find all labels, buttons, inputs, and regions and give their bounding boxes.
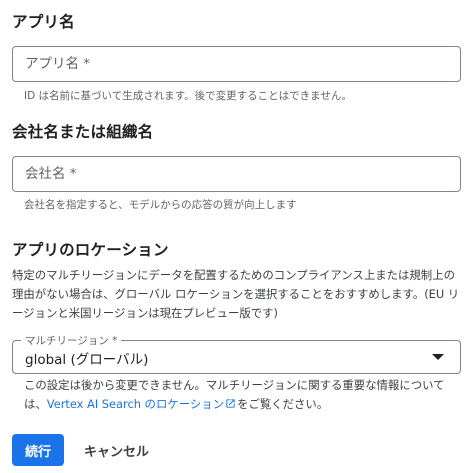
cancel-button[interactable]: キャンセル <box>74 434 159 466</box>
company-title: 会社名または組織名 <box>12 123 154 141</box>
location-title: アプリのロケーション <box>12 241 169 259</box>
location-note: この設定は後から変更できません。マルチリージョンに関する重要な情報については、V… <box>24 376 464 414</box>
multi-region-select[interactable]: マルチリージョン * global (グローバル) <box>12 333 461 374</box>
location-note-suffix: をご覧ください。 <box>237 397 329 411</box>
continue-button[interactable]: 続行 <box>12 434 64 466</box>
open-in-new-icon <box>226 399 235 408</box>
app-name-field[interactable] <box>12 46 461 82</box>
app-name-hint: ID は名前に基づいて生成されます。後で変更することはできません。 <box>24 90 352 102</box>
company-name-input[interactable] <box>13 157 460 191</box>
vertex-ai-search-locations-link[interactable]: Vertex AI Search のロケーション <box>47 397 237 411</box>
caret-down-icon <box>432 354 444 360</box>
link-text: Vertex AI Search のロケーション <box>46 397 225 411</box>
multi-region-label: マルチリージョン * <box>21 333 122 348</box>
app-name-input[interactable] <box>13 47 460 81</box>
app-name-title: アプリ名 <box>12 13 75 31</box>
location-description: 特定のマルチリージョンにデータを配置するためのコンプライアンス上または規制上の理… <box>12 268 460 320</box>
company-name-hint: 会社名を指定すると、モデルからの応答の質が向上します <box>24 199 297 211</box>
company-name-field[interactable] <box>12 156 461 192</box>
multi-region-value: global (グローバル) <box>25 352 149 368</box>
